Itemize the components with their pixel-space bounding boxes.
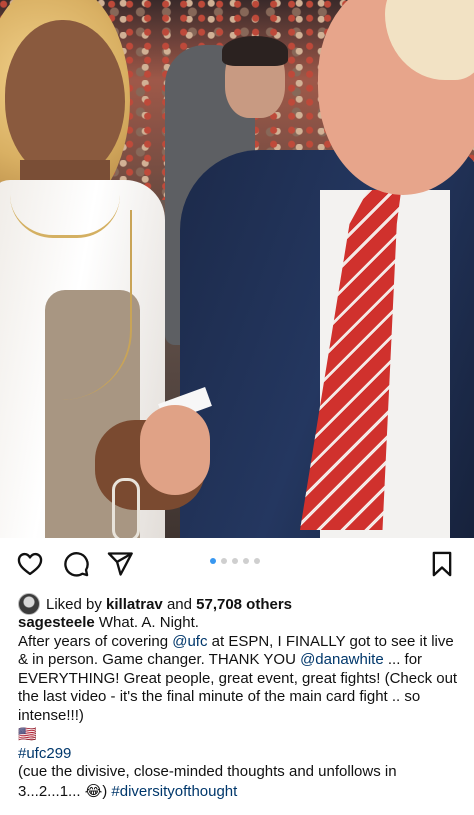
likes-count[interactable]: 57,708 others: [196, 596, 292, 613]
carousel-dot-active: [210, 558, 216, 564]
caption-text-1: What. A. Night.: [94, 614, 199, 631]
caption-paragraph-5: (cue the divisive, close-minded thoughts…: [18, 763, 458, 801]
likes-prefix: Liked by: [46, 595, 102, 613]
man-hand: [140, 405, 210, 495]
caption-text: After years of covering: [18, 632, 173, 650]
laughing-emoji: 😂: [84, 781, 103, 800]
bracelet: [112, 478, 140, 538]
heart-icon[interactable]: [14, 548, 46, 580]
bookmark-icon[interactable]: [426, 548, 458, 580]
paper-plane-icon[interactable]: [104, 548, 136, 580]
hashtag-diversityofthought[interactable]: #diversityofthought: [111, 783, 237, 800]
carousel-indicator: [210, 558, 260, 566]
carousel-dot: [232, 558, 238, 564]
caption-flag: 🇺🇸: [18, 725, 458, 745]
hashtag-ufc299[interactable]: #ufc299: [18, 745, 71, 762]
post-actions: [0, 544, 474, 584]
background-man-hair: [222, 36, 288, 66]
liker-username[interactable]: killatrav: [106, 596, 163, 613]
post-caption: sagesteele What. A. Night. After years o…: [18, 614, 458, 801]
post-photo[interactable]: [0, 0, 474, 538]
us-flag-emoji: 🇺🇸: [18, 725, 37, 743]
caption-paragraph-2: After years of covering @ufc at ESPN, I …: [18, 633, 458, 726]
carousel-dot: [243, 558, 249, 564]
mention-ufc[interactable]: @ufc: [172, 633, 207, 650]
avatar[interactable]: [18, 593, 40, 615]
likes-summary: Liked by killatrav and 57,708 others: [18, 592, 292, 616]
caption-line-1: sagesteele What. A. Night.: [18, 614, 458, 633]
likes-middle: and: [166, 595, 192, 613]
caption-username[interactable]: sagesteele: [18, 614, 95, 631]
necklace-chain: [15, 210, 132, 400]
carousel-dot: [221, 558, 227, 564]
woman-face: [5, 20, 125, 180]
carousel-dot: [254, 558, 260, 564]
mention-danawhite[interactable]: @danawhite: [300, 651, 384, 668]
caption-hashtag-line: #ufc299: [18, 745, 458, 764]
comment-icon[interactable]: [60, 548, 92, 580]
